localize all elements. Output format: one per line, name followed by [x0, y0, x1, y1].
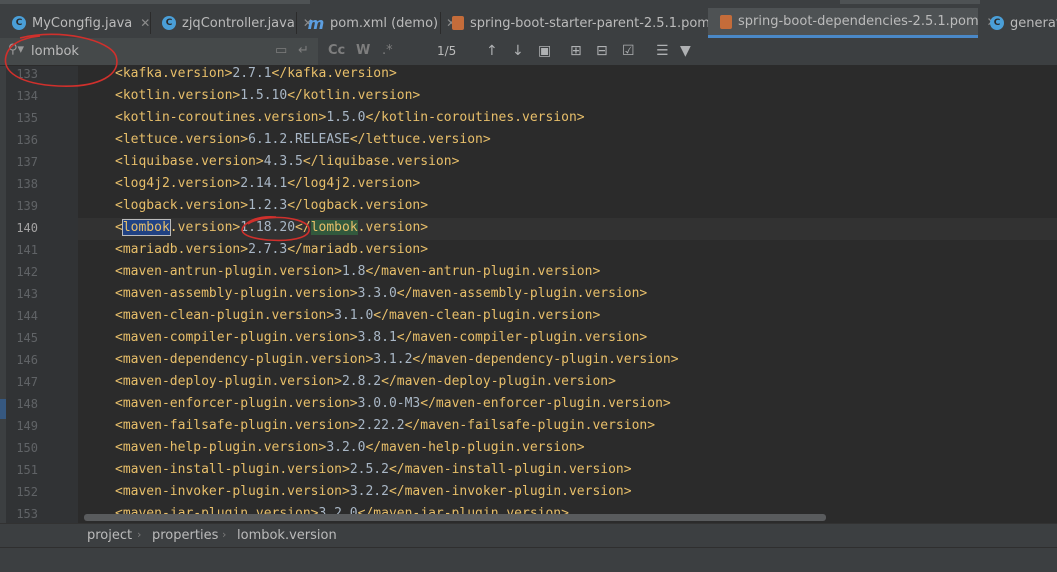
select-all-occurrences-icon[interactable]: ▣	[538, 42, 551, 60]
tab-label: generate	[1010, 15, 1057, 31]
code-line[interactable]: <maven-compiler-plugin.version>3.8.1</ma…	[115, 327, 647, 349]
code-line[interactable]: <maven-antrun-plugin.version>1.8</maven-…	[115, 261, 600, 283]
line-number: 139	[16, 199, 38, 213]
code-line[interactable]: <logback.version>1.2.3</logback.version>	[115, 195, 428, 217]
code-line[interactable]: <kotlin.version>1.5.10</kotlin.version>	[115, 85, 420, 107]
line-number: 144	[16, 309, 38, 323]
maven-icon: m	[307, 13, 325, 33]
tab-label: zjqController.java	[182, 15, 295, 31]
tab-dependencies-pom[interactable]: spring-boot-dependencies-2.5.1.pom ✕	[708, 8, 997, 38]
next-occurrence-icon[interactable]: ↓	[512, 42, 524, 60]
code-line[interactable]: <maven-enforcer-plugin.version>3.0.0-M3<…	[115, 393, 671, 415]
code-line[interactable]: <maven-install-plugin.version>2.5.2</mav…	[115, 459, 632, 481]
code-line[interactable]: <kotlin-coroutines.version>1.5.0</kotlin…	[115, 107, 585, 129]
tool-window-marker[interactable]	[0, 399, 6, 419]
code-line[interactable]: <mariadb.version>2.7.3</mariadb.version>	[115, 239, 428, 261]
java-class-icon: C	[162, 16, 176, 30]
search-input[interactable]	[31, 43, 271, 60]
line-number: 135	[16, 111, 38, 125]
code-line[interactable]: <kafka.version>2.7.1</kafka.version>	[115, 66, 397, 85]
line-number: 141	[16, 243, 38, 257]
chevron-right-icon: ›	[137, 528, 142, 541]
pom-file-icon	[452, 16, 464, 30]
line-number: 143	[16, 287, 38, 301]
code-line[interactable]: <log4j2.version>2.14.1</log4j2.version>	[115, 173, 420, 195]
breadcrumb-lombok-version[interactable]: lombok.version	[237, 528, 337, 543]
match-count: 1/5	[437, 44, 457, 58]
code-line[interactable]: <maven-dependency-plugin.version>3.1.2</…	[115, 349, 679, 371]
previous-occurrence-icon[interactable]: ↑	[486, 42, 498, 60]
tab-label: spring-boot-starter-parent-2.5.1.pom	[470, 15, 710, 31]
line-number: 149	[16, 419, 38, 433]
regex-button[interactable]: .*	[382, 42, 393, 60]
breadcrumb-project[interactable]: project	[87, 528, 132, 543]
clear-search-icon[interactable]: ▭	[275, 42, 287, 60]
tab-pom-demo[interactable]: m pom.xml (demo) ✕	[296, 8, 457, 38]
tab-generate[interactable]: C generate	[978, 8, 1057, 38]
editor-tab-bar: C MyCongfig.java ✕ C zjqController.java …	[0, 0, 1057, 39]
tab-zjqcontroller[interactable]: C zjqController.java ✕	[150, 8, 313, 38]
java-class-icon: C	[12, 16, 26, 30]
line-number: 142	[16, 265, 38, 279]
tab-mycongfig[interactable]: C MyCongfig.java ✕	[0, 8, 150, 38]
tab-label: MyCongfig.java	[32, 15, 133, 31]
find-bar: ⚲▾ ▭ ↵ Cc W .* 1/5 ↑ ↓ ▣ ⊞ ⊟ ☑ ☰ ▼	[0, 38, 1057, 66]
line-number: 137	[16, 155, 38, 169]
java-class-icon: C	[990, 16, 1004, 30]
remove-selection-icon[interactable]: ⊟	[596, 42, 608, 60]
find-field: ⚲▾ ▭ ↵	[0, 38, 318, 65]
line-number: 151	[16, 463, 38, 477]
match-case-button[interactable]: Cc	[328, 42, 345, 60]
select-occurrences-icon[interactable]: ☑	[622, 42, 635, 60]
line-number: 140	[16, 221, 38, 235]
code-line[interactable]: <maven-assembly-plugin.version>3.3.0</ma…	[115, 283, 647, 305]
code-line[interactable]: <maven-failsafe-plugin.version>2.22.2</m…	[115, 415, 655, 437]
code-line[interactable]: <maven-deploy-plugin.version>2.8.2</mave…	[115, 371, 616, 393]
breadcrumb-properties[interactable]: properties	[152, 528, 218, 543]
breadcrumb: project › properties › lombok.version	[0, 523, 1057, 548]
code-line[interactable]: <lombok.version>1.18.20</lombok.version>	[115, 217, 428, 239]
line-number: 134	[16, 89, 38, 103]
tool-window-strip	[0, 66, 6, 523]
tab-label: spring-boot-dependencies-2.5.1.pom	[738, 14, 979, 29]
toolbar-strip	[0, 0, 1057, 6]
chevron-right-icon: ›	[222, 528, 227, 541]
format-icon[interactable]: ☰	[656, 42, 669, 60]
add-selection-icon[interactable]: ⊞	[570, 42, 582, 60]
close-icon[interactable]: ✕	[140, 16, 150, 30]
line-number: 148	[16, 397, 38, 411]
line-number: 150	[16, 441, 38, 455]
code-line[interactable]: <maven-clean-plugin.version>3.1.0</maven…	[115, 305, 600, 327]
line-number-gutter: 133 134 135 136 137 138 139 140 141 142 143 144 145 1…	[0, 66, 79, 523]
search-icon[interactable]: ⚲▾	[8, 42, 24, 57]
code-line[interactable]: <liquibase.version>4.3.5</liquibase.vers…	[115, 151, 459, 173]
words-button[interactable]: W	[356, 42, 370, 60]
line-number: 133	[16, 67, 38, 81]
horizontal-scrollbar[interactable]	[84, 514, 826, 521]
line-number: 146	[16, 353, 38, 367]
line-number: 138	[16, 177, 38, 191]
selected-search-match: lombok	[121, 219, 171, 236]
history-icon[interactable]: ↵	[298, 42, 309, 60]
line-number: 152	[16, 485, 38, 499]
version-value: 1.18.20	[240, 220, 296, 235]
tab-starter-parent-pom[interactable]: spring-boot-starter-parent-2.5.1.pom ✕	[440, 8, 728, 38]
line-number: 136	[16, 133, 38, 147]
filter-icon[interactable]: ▼	[680, 42, 691, 60]
search-match: lombok	[310, 220, 358, 235]
status-bar	[0, 547, 1057, 572]
code-line[interactable]: <maven-help-plugin.version>3.2.0</maven-…	[115, 437, 585, 459]
line-number: 153	[16, 507, 38, 521]
pom-file-icon	[720, 14, 732, 29]
code-line[interactable]: <lettuce.version>6.1.2.RELEASE</lettuce.…	[115, 129, 491, 151]
line-number: 145	[16, 331, 38, 345]
tab-label: pom.xml (demo)	[330, 15, 439, 31]
code-editor[interactable]: 133 134 135 136 137 138 139 140 141 142 143 144 145 1…	[0, 66, 1057, 523]
code-line[interactable]: <maven-invoker-plugin.version>3.2.2</mav…	[115, 481, 632, 503]
line-number: 147	[16, 375, 38, 389]
